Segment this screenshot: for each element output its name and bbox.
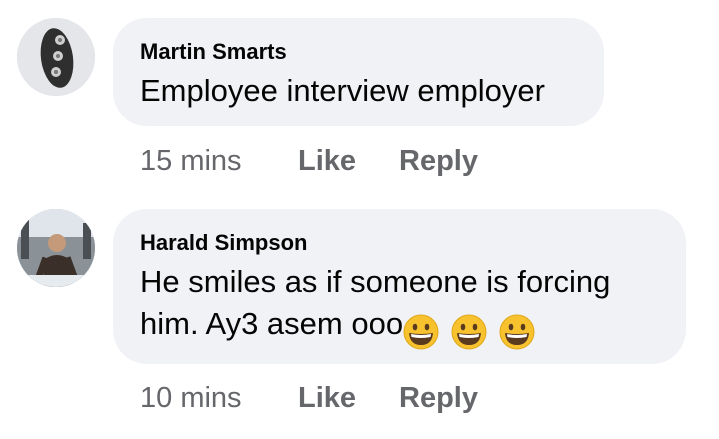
comment-text: He smiles as if someone is forcing him. … [140, 261, 610, 351]
like-button[interactable]: Like [298, 145, 356, 178]
comment-time[interactable]: 15 mins [140, 145, 242, 178]
comment-text-line: He smiles as if someone is forcing [140, 264, 611, 299]
comment-bubble: Martin Smarts Employee interview employe… [113, 18, 604, 126]
grinning-face-emoji-icon [403, 314, 439, 350]
comment-text-line: Employee interview employer [140, 73, 545, 108]
comments-thread: Martin Smarts Employee interview employe… [0, 0, 719, 439]
comment-text: Employee interview employer [140, 70, 545, 112]
avatar[interactable] [17, 209, 95, 287]
comment-author[interactable]: Martin Smarts [140, 39, 287, 65]
grinning-face-emoji-icon [499, 314, 535, 350]
avatar[interactable] [17, 18, 95, 96]
emoji-group [403, 309, 535, 351]
comment-time[interactable]: 10 mins [140, 382, 242, 415]
grinning-face-emoji-icon [451, 314, 487, 350]
profile-photo-icon [17, 209, 95, 287]
comment-bubble: Harald Simpson He smiles as if someone i… [113, 209, 686, 364]
comment-author[interactable]: Harald Simpson [140, 230, 307, 256]
reply-button[interactable]: Reply [399, 382, 478, 415]
like-button[interactable]: Like [298, 382, 356, 415]
comment-text-fragment: him. Ay3 asem ooo [140, 306, 404, 341]
profile-photo-icon [17, 18, 95, 96]
reply-button[interactable]: Reply [399, 145, 478, 178]
comment-text-line: him. Ay3 asem ooo [140, 303, 610, 351]
